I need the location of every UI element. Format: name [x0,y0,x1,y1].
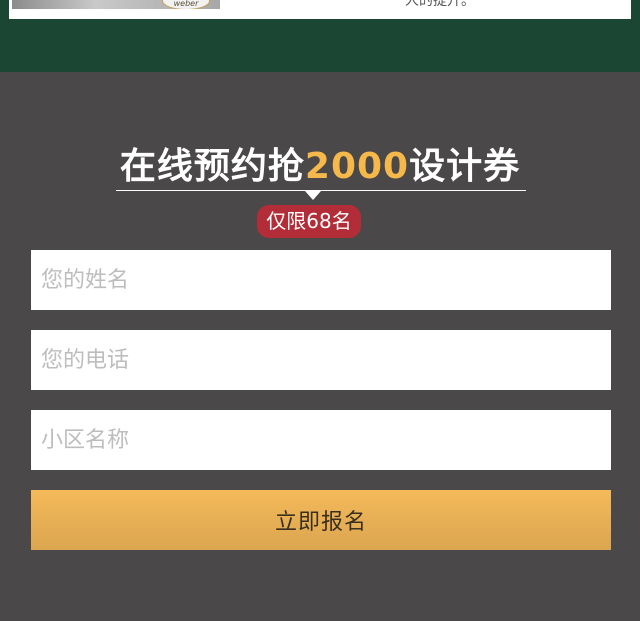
community-input[interactable] [31,410,611,470]
booking-headline: 在线预约抢2000设计券 [0,140,640,194]
headline-text: 在线预约抢 [119,146,305,187]
article-thumbnail[interactable]: weber [12,0,220,9]
headline-divider [116,190,526,191]
limit-badge: 仅限68名 [257,205,361,238]
submit-button[interactable]: 立即报名 [31,490,611,550]
article-card[interactable]: weber 人的提升。 [9,0,631,19]
headline-suffix: 设计券 [409,146,521,187]
weber-logo: weber [162,0,210,9]
name-input[interactable] [31,250,611,310]
phone-input[interactable] [31,330,611,390]
article-snippet: 人的提升。 [405,0,475,9]
headline-amount: 2000 [304,146,410,187]
divider-arrow-icon [305,191,321,200]
top-banner-band: weber 人的提升。 [0,0,640,72]
